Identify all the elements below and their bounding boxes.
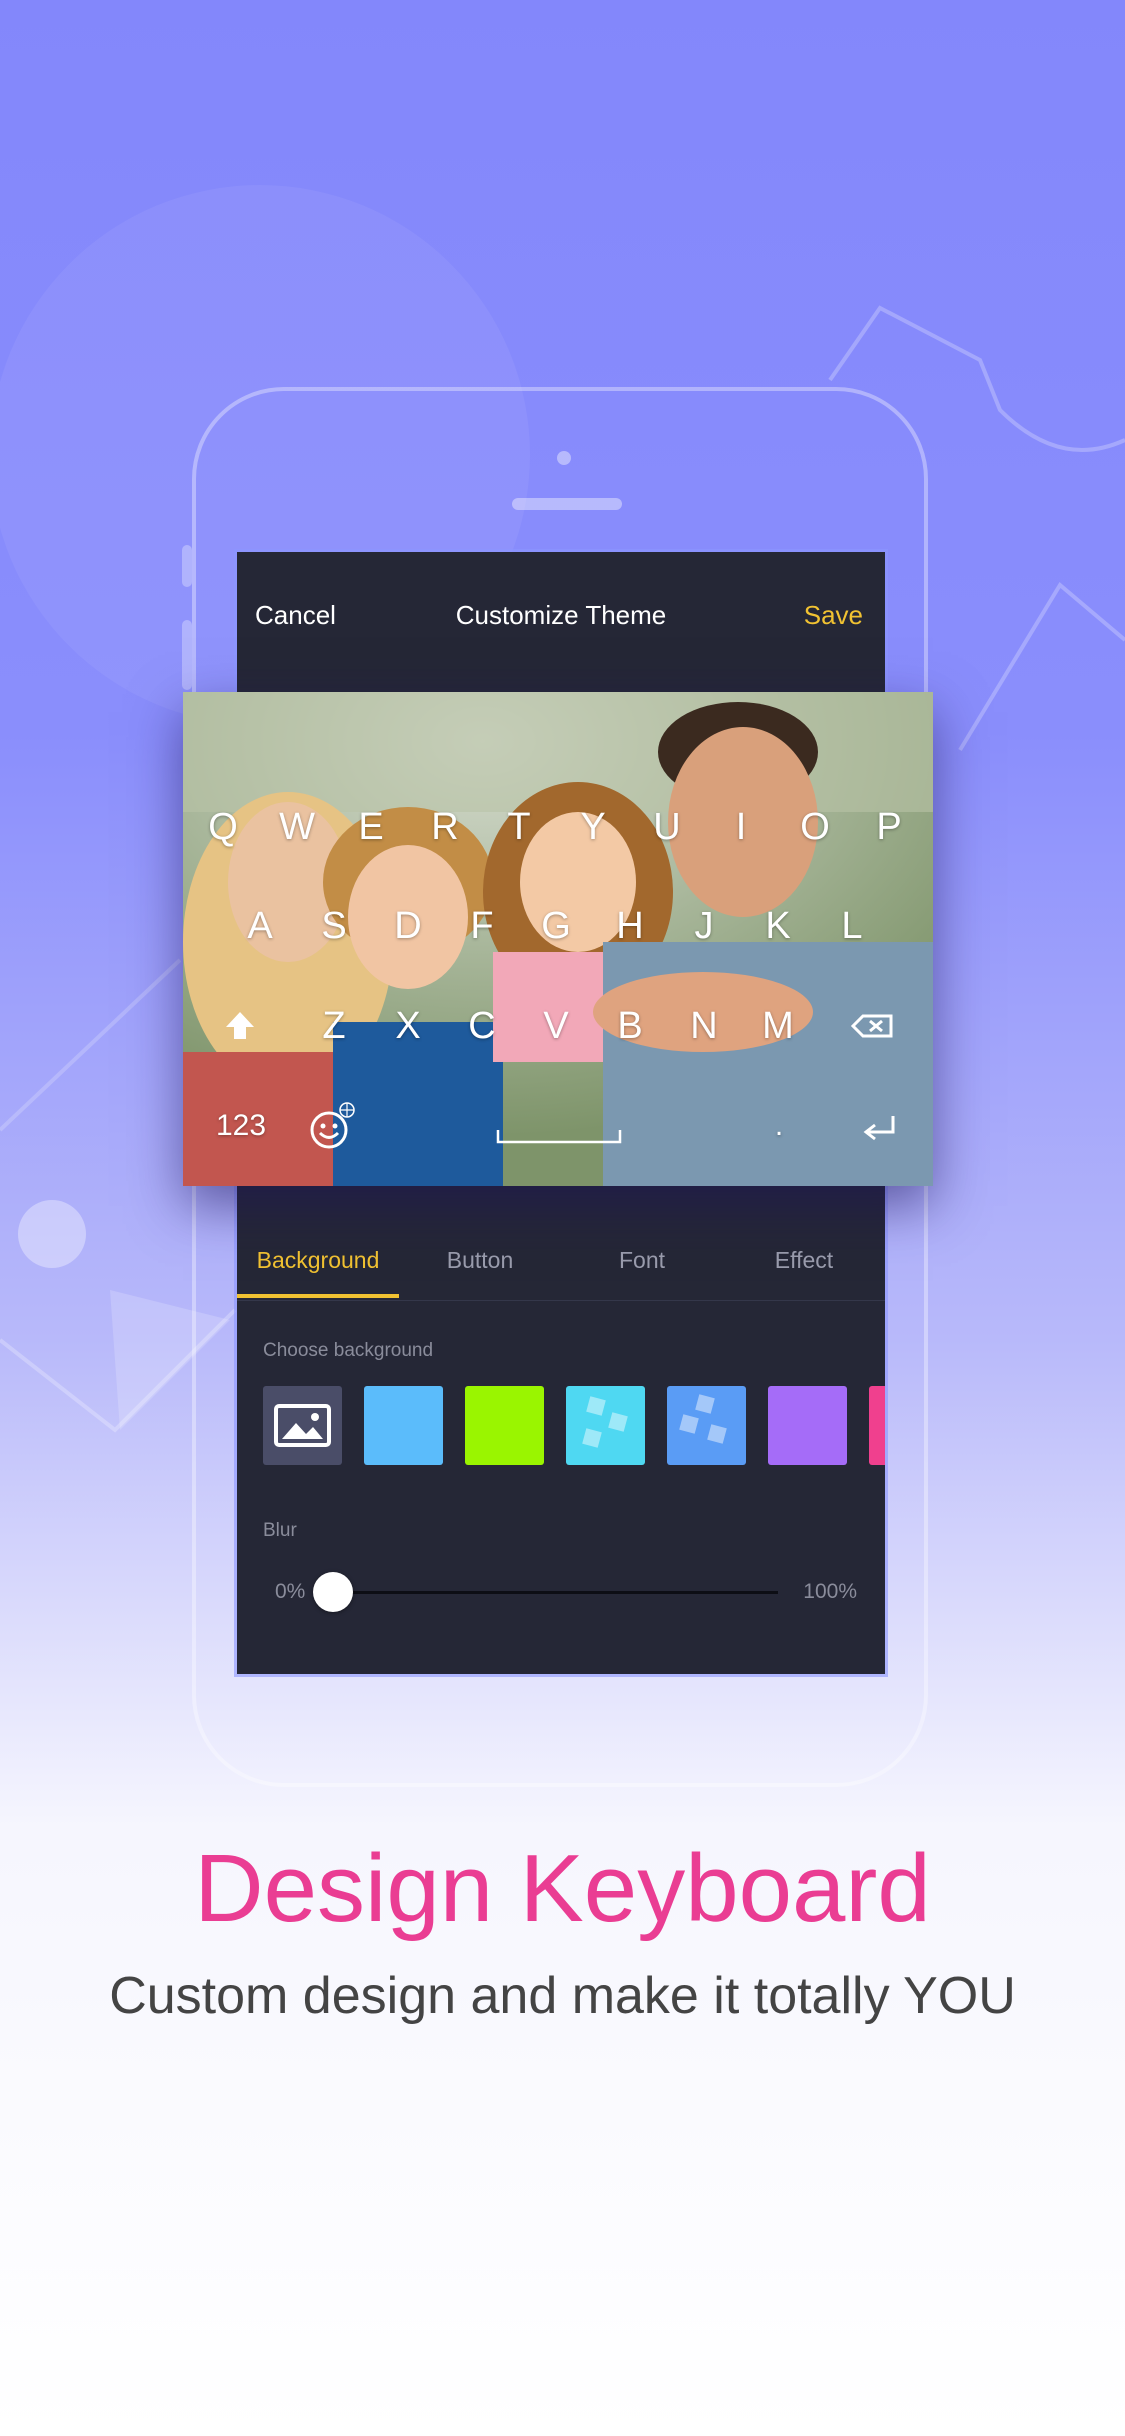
key-o[interactable]: O xyxy=(785,797,845,857)
phone-speaker xyxy=(512,498,622,510)
save-button[interactable]: Save xyxy=(804,600,863,631)
keyboard-row-1: Q W E R T Y U I O P xyxy=(183,797,933,857)
key-y[interactable]: Y xyxy=(563,797,623,857)
tab-bar: Background Button Font Effect xyxy=(237,1220,885,1301)
key-n[interactable]: N xyxy=(674,996,734,1056)
key-g[interactable]: G xyxy=(526,896,586,956)
key-j[interactable]: J xyxy=(674,896,734,956)
key-w[interactable]: W xyxy=(267,797,327,857)
nav-bar: Cancel Customize Theme Save xyxy=(237,552,885,678)
keyboard-row-3: Z X C V B N M xyxy=(183,996,933,1056)
key-i[interactable]: I xyxy=(711,797,771,857)
emoji-key[interactable] xyxy=(301,1096,361,1156)
key-b[interactable]: B xyxy=(600,996,660,1056)
headline: Design Keyboard xyxy=(194,1835,931,1942)
key-p[interactable]: P xyxy=(859,797,919,857)
key-u[interactable]: U xyxy=(637,797,697,857)
slider-track[interactable] xyxy=(333,1591,778,1594)
active-tab-indicator xyxy=(237,1294,399,1298)
return-key[interactable] xyxy=(851,1096,911,1156)
phone-camera xyxy=(557,451,571,465)
tab-button[interactable]: Button xyxy=(399,1220,561,1300)
image-icon xyxy=(274,1404,331,1447)
key-z[interactable]: Z xyxy=(304,996,364,1056)
key-h[interactable]: H xyxy=(600,896,660,956)
background-decoration-dot xyxy=(18,1200,86,1268)
shift-icon xyxy=(226,1012,254,1039)
backspace-icon xyxy=(850,1014,893,1038)
keyboard-row-2: A S D F G H J K L xyxy=(183,896,933,956)
key-a[interactable]: A xyxy=(230,896,290,956)
subheadline: Custom design and make it totally YOU xyxy=(109,1967,1016,2025)
blur-slider[interactable]: 0% 100% xyxy=(237,1572,885,1612)
key-r[interactable]: R xyxy=(415,797,475,857)
key-c[interactable]: C xyxy=(452,996,512,1056)
purple-swatch[interactable] xyxy=(768,1386,847,1465)
period-key[interactable]: . xyxy=(749,1096,809,1156)
cyan-pattern-swatch[interactable] xyxy=(566,1386,645,1465)
sky-blue-swatch[interactable] xyxy=(364,1386,443,1465)
pattern-decoration xyxy=(679,1394,727,1444)
key-v[interactable]: V xyxy=(526,996,586,1056)
blue-pattern-swatch[interactable] xyxy=(667,1386,746,1465)
key-d[interactable]: D xyxy=(378,896,438,956)
choose-background-label: Choose background xyxy=(263,1340,434,1361)
return-icon xyxy=(863,1116,895,1141)
blur-label: Blur xyxy=(263,1520,297,1541)
key-q[interactable]: Q xyxy=(193,797,253,857)
key-x[interactable]: X xyxy=(378,996,438,1056)
phone-side-button xyxy=(182,620,192,690)
key-s[interactable]: S xyxy=(304,896,364,956)
pink-swatch[interactable] xyxy=(869,1386,885,1465)
key-t[interactable]: T xyxy=(489,797,549,857)
space-bar[interactable] xyxy=(496,1096,622,1156)
backspace-key[interactable] xyxy=(843,996,903,1056)
numbers-key[interactable]: 123 xyxy=(201,1096,281,1156)
keyboard-row-4: 123 . xyxy=(183,1096,933,1156)
pattern-decoration xyxy=(582,1396,628,1448)
tab-background[interactable]: Background xyxy=(237,1220,399,1300)
background-swatch-list xyxy=(263,1386,885,1466)
phone-side-button xyxy=(182,545,192,587)
space-bar-icon xyxy=(496,1130,622,1144)
key-e[interactable]: E xyxy=(341,797,401,857)
key-l[interactable]: L xyxy=(822,896,882,956)
page-title: Customize Theme xyxy=(455,600,667,630)
photo-picker-swatch[interactable] xyxy=(263,1386,342,1465)
key-k[interactable]: K xyxy=(748,896,808,956)
keyboard-preview: Q W E R T Y U I O P A S D F G H J K L Z … xyxy=(183,692,933,1186)
shift-key[interactable] xyxy=(210,996,270,1056)
emoji-icon xyxy=(310,1102,355,1149)
key-m[interactable]: M xyxy=(748,996,808,1056)
key-f[interactable]: F xyxy=(452,896,512,956)
tab-font[interactable]: Font xyxy=(561,1220,723,1300)
slider-min-label: 0% xyxy=(275,1580,306,1603)
tab-effect[interactable]: Effect xyxy=(723,1220,885,1300)
slider-thumb[interactable] xyxy=(313,1572,353,1612)
lime-green-swatch[interactable] xyxy=(465,1386,544,1465)
slider-max-label: 100% xyxy=(803,1580,857,1603)
